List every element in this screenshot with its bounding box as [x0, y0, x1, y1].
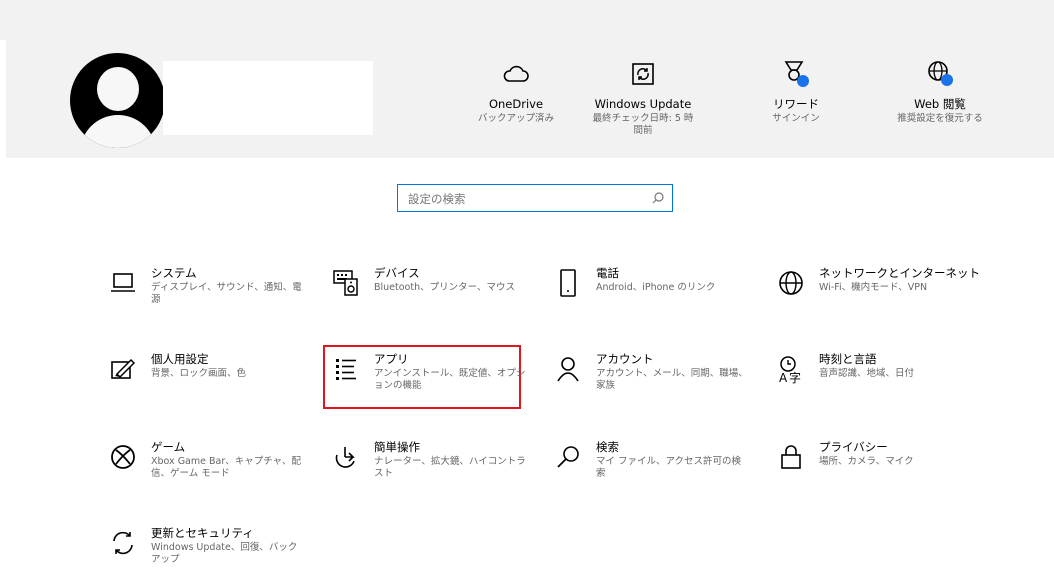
- globe-icon: [779, 271, 803, 295]
- tile-desc: アカウント、メール、同期、職場、家族: [596, 368, 748, 391]
- tile-update-security[interactable]: 更新とセキュリティ Windows Update、回復、バックアップ: [103, 526, 303, 568]
- paint-tablet-icon: [111, 358, 136, 379]
- tile-accounts[interactable]: アカウント アカウント、メール、同期、職場、家族: [548, 352, 748, 412]
- tile-desc: Bluetooth、プリンター、マウス: [374, 282, 516, 293]
- header-item-sub: 最終チェック日時: 5 時間前: [592, 113, 694, 136]
- ease-of-access-icon: [335, 447, 355, 468]
- tile-desc: Android、iPhone のリンク: [596, 282, 716, 293]
- tile-desc: アンインストール、既定値、オプションの機能: [374, 368, 526, 391]
- tile-desc: Windows Update、回復、バックアップ: [151, 542, 298, 565]
- tile-title: 電話: [596, 266, 619, 280]
- tile-desc: 背景、ロック画面、色: [151, 368, 247, 379]
- account-name-area: [163, 61, 373, 135]
- tile-personalization[interactable]: 個人用設定 背景、ロック画面、色: [103, 352, 303, 412]
- search-icon: [652, 192, 664, 204]
- header-item-label: リワード: [773, 97, 819, 111]
- laptop-icon: [111, 273, 135, 292]
- tile-title: システム: [151, 266, 197, 280]
- person-icon: [557, 357, 579, 382]
- refresh-icon: [113, 531, 133, 555]
- tile-title: デバイス: [374, 266, 420, 280]
- tile-privacy[interactable]: プライバシー 場所、カメラ、マイク: [771, 440, 971, 500]
- tile-desc: 場所、カメラ、マイク: [819, 456, 914, 467]
- header-onedrive[interactable]: OneDrive バックアップ済み: [446, 57, 586, 125]
- tile-title: 更新とセキュリティ: [151, 526, 254, 540]
- tile-devices[interactable]: デバイス Bluetooth、プリンター、マウス: [326, 266, 526, 326]
- phone-icon: [560, 269, 576, 297]
- search-placeholder: 設定の検索: [408, 192, 466, 206]
- search-icon: [557, 446, 579, 468]
- tile-title: ネットワークとインターネット: [819, 266, 980, 280]
- header-windows-update[interactable]: Windows Update 最終チェック日時: 5 時間前: [588, 57, 698, 137]
- header-rewards[interactable]: リワード サインイン: [726, 57, 866, 125]
- globe-icon: [928, 61, 953, 86]
- svg-text:A: A: [779, 371, 788, 384]
- header-item-label: OneDrive: [488, 97, 544, 111]
- svg-text:字: 字: [789, 370, 801, 384]
- tile-title: ゲーム: [151, 440, 186, 454]
- xbox-icon: [111, 445, 135, 469]
- tile-title: 検索: [596, 440, 619, 454]
- tile-title: アカウント: [596, 352, 654, 366]
- lock-icon: [781, 445, 801, 469]
- header-item-label: Web 閲覧: [914, 97, 966, 111]
- header-item-label: Windows Update: [594, 97, 692, 111]
- cloud-icon: [503, 65, 529, 82]
- avatar-head-shape: [97, 67, 139, 111]
- header-web-browsing[interactable]: Web 閲覧 推奨設定を復元する: [870, 57, 1010, 125]
- sync-icon: [632, 63, 654, 85]
- avatar[interactable]: [70, 53, 165, 148]
- tile-phone[interactable]: 電話 Android、iPhone のリンク: [548, 266, 748, 326]
- tile-desc: Wi-Fi、機内モード、VPN: [819, 282, 928, 293]
- tile-time-language[interactable]: A字 時刻と言語 音声認識、地域、日付: [771, 352, 971, 412]
- reward-medal-icon: [784, 61, 809, 87]
- header-item-sub: 推奨設定を復元する: [897, 113, 983, 124]
- tile-system[interactable]: システム ディスプレイ、サウンド、通知、電源: [103, 266, 303, 326]
- time-language-icon: A字: [779, 356, 801, 384]
- tile-title: アプリ: [374, 352, 409, 366]
- tile-desc: 音声認識、地域、日付: [819, 368, 915, 379]
- tile-title: 簡単操作: [374, 440, 420, 454]
- tile-title: 時刻と言語: [819, 352, 877, 366]
- search-input[interactable]: 設定の検索: [397, 184, 673, 212]
- tile-title: 個人用設定: [151, 352, 209, 366]
- tile-title: プライバシー: [819, 440, 888, 454]
- keyboard-speaker-icon: [333, 270, 358, 296]
- header-band: OneDrive バックアップ済み Windows Update 最終チェック日…: [6, 7, 1054, 158]
- tile-network[interactable]: ネットワークとインターネット Wi-Fi、機内モード、VPN: [771, 266, 980, 326]
- tile-apps[interactable]: アプリ アンインストール、既定値、オプションの機能: [326, 352, 526, 412]
- avatar-body-shape: [80, 115, 156, 148]
- tile-desc: ディスプレイ、サウンド、通知、電源: [151, 282, 302, 305]
- tile-gaming[interactable]: ゲーム Xbox Game Bar、キャプチャ、配信、ゲーム モード: [103, 440, 303, 500]
- apps-list-icon: [336, 359, 356, 380]
- tile-ease-of-access[interactable]: 簡単操作 ナレーター、拡大鏡、ハイコントラスト: [326, 440, 526, 500]
- tile-desc: マイ ファイル、アクセス許可の検索: [596, 456, 742, 479]
- header-item-sub: サインイン: [772, 113, 820, 124]
- tile-desc: ナレーター、拡大鏡、ハイコントラスト: [374, 456, 526, 479]
- tile-desc: Xbox Game Bar、キャプチャ、配信、ゲーム モード: [151, 456, 301, 479]
- header-item-sub: バックアップ済み: [477, 113, 554, 124]
- tile-search[interactable]: 検索 マイ ファイル、アクセス許可の検索: [548, 440, 748, 500]
